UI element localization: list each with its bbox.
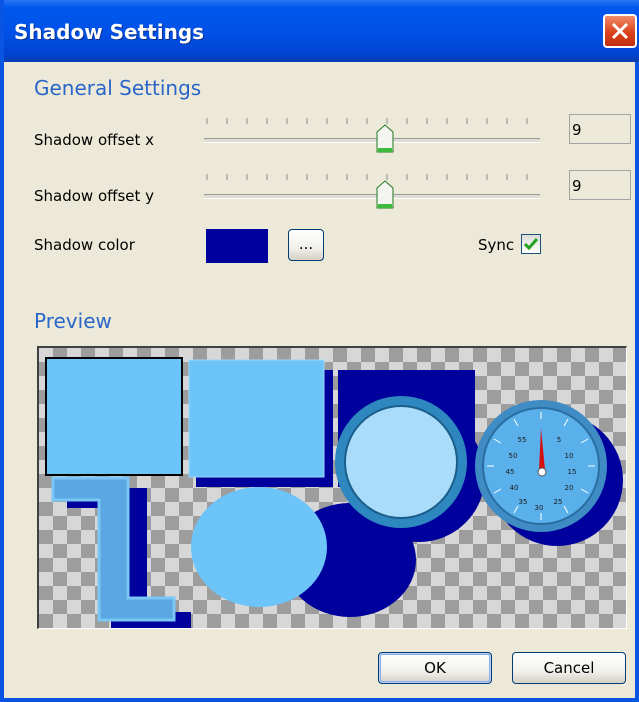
- slider-ticks: [206, 118, 528, 124]
- title-bar[interactable]: Shadow Settings: [4, 0, 639, 62]
- shadow-color-label: Shadow color: [34, 236, 135, 254]
- shadow-offset-y-label: Shadow offset y: [34, 187, 155, 205]
- slider-track: [204, 138, 540, 143]
- gauge-label: 50: [509, 452, 518, 460]
- preview-canvas: 55 50 45 40 35 30 25 20 15 10 5: [37, 346, 627, 629]
- ok-button[interactable]: OK: [378, 652, 492, 684]
- cancel-button[interactable]: Cancel: [512, 652, 626, 684]
- shadow-color-swatch[interactable]: [206, 229, 268, 263]
- dialog-window: Shadow Settings General Settings Shadow …: [0, 0, 639, 702]
- gauge-label: 10: [565, 452, 574, 460]
- gauge-label: 15: [568, 468, 577, 476]
- preview-pipe: [51, 476, 176, 622]
- gauge-label: 5: [557, 436, 561, 444]
- window-title: Shadow Settings: [14, 20, 205, 44]
- gauge-label: 40: [510, 484, 519, 492]
- preview-ellipse: [191, 487, 327, 607]
- general-settings-heading: General Settings: [34, 76, 202, 100]
- sync-label: Sync: [478, 236, 515, 254]
- browse-color-button[interactable]: ...: [288, 229, 324, 261]
- gauge-label: 55: [518, 436, 527, 444]
- slider-ticks: [206, 174, 528, 180]
- slider-thumb[interactable]: [376, 180, 394, 210]
- shadow-offset-y-slider[interactable]: [200, 170, 546, 216]
- gauge-label: 25: [554, 498, 563, 506]
- gauge-label: 45: [506, 468, 515, 476]
- close-button[interactable]: [603, 14, 637, 48]
- preview-square-selected: [45, 357, 183, 476]
- gauge-label: 35: [519, 498, 528, 506]
- shadow-offset-y-value[interactable]: 9: [569, 170, 631, 200]
- gauge-label: 20: [565, 484, 574, 492]
- preview-square: [188, 359, 325, 478]
- shadow-offset-x-value[interactable]: 9: [569, 114, 631, 144]
- preview-round-button: [344, 405, 458, 519]
- sync-checkbox[interactable]: [521, 234, 541, 254]
- preview-shapes: 55 50 45 40 35 30 25 20 15 10 5: [45, 357, 623, 628]
- checkmark-icon: [523, 238, 539, 251]
- gauge-label: 30: [535, 504, 544, 512]
- close-icon: [611, 22, 629, 40]
- slider-thumb[interactable]: [376, 124, 394, 154]
- preview-gauge: 55 50 45 40 35 30 25 20 15 10 5: [475, 400, 607, 532]
- preview-heading: Preview: [34, 309, 112, 333]
- shadow-offset-x-label: Shadow offset x: [34, 131, 155, 149]
- slider-track: [204, 194, 540, 199]
- shadow-offset-x-slider[interactable]: [200, 114, 546, 160]
